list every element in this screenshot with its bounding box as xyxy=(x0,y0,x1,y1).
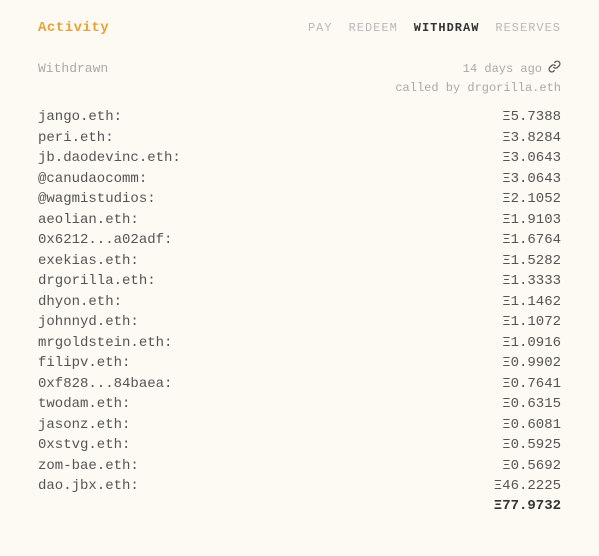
entry-row: peri.eth: Ξ3.8284 xyxy=(38,130,561,146)
entry-row: jb.daodevinc.eth: Ξ3.0643 xyxy=(38,150,561,166)
entry-value: Ξ1.6764 xyxy=(502,232,561,248)
entry-value: Ξ0.6081 xyxy=(502,417,561,433)
entry-value: Ξ5.7388 xyxy=(502,109,561,125)
entry-row: twodam.eth: Ξ0.6315 xyxy=(38,396,561,412)
activity-title: Activity xyxy=(38,20,109,36)
entry-name: dhyon.eth: xyxy=(38,294,122,310)
entry-row: exekias.eth: Ξ1.5282 xyxy=(38,253,561,269)
entry-name: aeolian.eth: xyxy=(38,212,139,228)
total-row: Ξ77.9732 xyxy=(38,498,561,514)
entry-row: jasonz.eth: Ξ0.6081 xyxy=(38,417,561,433)
entry-value: Ξ46.2225 xyxy=(494,478,561,494)
tab-withdraw[interactable]: WITHDRAW xyxy=(414,21,480,35)
entry-value: Ξ1.1072 xyxy=(502,314,561,330)
entry-row: @canudaocomm: Ξ3.0643 xyxy=(38,171,561,187)
entry-row: johnnyd.eth: Ξ1.1072 xyxy=(38,314,561,330)
entry-row: dhyon.eth: Ξ1.1462 xyxy=(38,294,561,310)
entry-value: Ξ1.0916 xyxy=(502,335,561,351)
entry-name: dao.jbx.eth: xyxy=(38,478,139,494)
entry-row: 0xstvg.eth: Ξ0.5925 xyxy=(38,437,561,453)
entry-value: Ξ0.9902 xyxy=(502,355,561,371)
subheader: Withdrawn 14 days ago xyxy=(38,60,561,77)
entry-value: Ξ0.5692 xyxy=(502,458,561,474)
entries-list: jango.eth: Ξ5.7388 peri.eth: Ξ3.8284 jb.daod… xyxy=(38,109,561,494)
tab-redeem[interactable]: REDEEM xyxy=(349,21,398,35)
entry-row: @wagmistudios: Ξ2.1052 xyxy=(38,191,561,207)
entry-value: Ξ1.9103 xyxy=(502,212,561,228)
entry-value: Ξ3.8284 xyxy=(502,130,561,146)
entry-value: Ξ1.5282 xyxy=(502,253,561,269)
entry-value: Ξ1.3333 xyxy=(502,273,561,289)
entry-name: exekias.eth: xyxy=(38,253,139,269)
entry-name: 0x6212...a02adf: xyxy=(38,232,172,248)
entry-name: peri.eth: xyxy=(38,130,114,146)
entry-row: dao.jbx.eth: Ξ46.2225 xyxy=(38,478,561,494)
entry-name: 0xstvg.eth: xyxy=(38,437,130,453)
entry-row: 0x6212...a02adf: Ξ1.6764 xyxy=(38,232,561,248)
entry-name: zom-bae.eth: xyxy=(38,458,139,474)
entry-row: drgorilla.eth: Ξ1.3333 xyxy=(38,273,561,289)
entry-name: johnnyd.eth: xyxy=(38,314,139,330)
entry-name: twodam.eth: xyxy=(38,396,130,412)
entry-name: @wagmistudios: xyxy=(38,191,156,207)
time-ago: 14 days ago xyxy=(463,60,561,77)
entry-name: jb.daodevinc.eth: xyxy=(38,150,181,166)
entry-value: Ξ1.1462 xyxy=(502,294,561,310)
entry-row: zom-bae.eth: Ξ0.5692 xyxy=(38,458,561,474)
entry-row: 0xf828...84baea: Ξ0.7641 xyxy=(38,376,561,392)
tabs: PAY REDEEM WITHDRAW RESERVES xyxy=(308,21,561,35)
entry-row: filipv.eth: Ξ0.9902 xyxy=(38,355,561,371)
time-ago-text: 14 days ago xyxy=(463,62,542,76)
entry-value: Ξ0.7641 xyxy=(502,376,561,392)
link-icon[interactable] xyxy=(548,60,561,77)
entry-name: mrgoldstein.eth: xyxy=(38,335,172,351)
called-by-prefix: called by xyxy=(395,81,467,95)
entry-value: Ξ3.0643 xyxy=(502,150,561,166)
called-by: called by drgorilla.eth xyxy=(38,81,561,95)
entry-name: filipv.eth: xyxy=(38,355,130,371)
entry-value: Ξ0.5925 xyxy=(502,437,561,453)
entry-row: aeolian.eth: Ξ1.9103 xyxy=(38,212,561,228)
entry-row: mrgoldstein.eth: Ξ1.0916 xyxy=(38,335,561,351)
tab-pay[interactable]: PAY xyxy=(308,21,333,35)
entry-row: jango.eth: Ξ5.7388 xyxy=(38,109,561,125)
entry-value: Ξ0.6315 xyxy=(502,396,561,412)
total-value: Ξ77.9732 xyxy=(494,498,561,514)
called-by-name: drgorilla.eth xyxy=(467,81,561,95)
withdrawn-label: Withdrawn xyxy=(38,61,108,76)
tab-reserves[interactable]: RESERVES xyxy=(495,21,561,35)
entry-name: 0xf828...84baea: xyxy=(38,376,172,392)
entry-name: jango.eth: xyxy=(38,109,122,125)
entry-value: Ξ3.0643 xyxy=(502,171,561,187)
entry-name: jasonz.eth: xyxy=(38,417,130,433)
entry-name: drgorilla.eth: xyxy=(38,273,156,289)
header: Activity PAY REDEEM WITHDRAW RESERVES xyxy=(38,20,561,36)
entry-value: Ξ2.1052 xyxy=(502,191,561,207)
entry-name: @canudaocomm: xyxy=(38,171,147,187)
